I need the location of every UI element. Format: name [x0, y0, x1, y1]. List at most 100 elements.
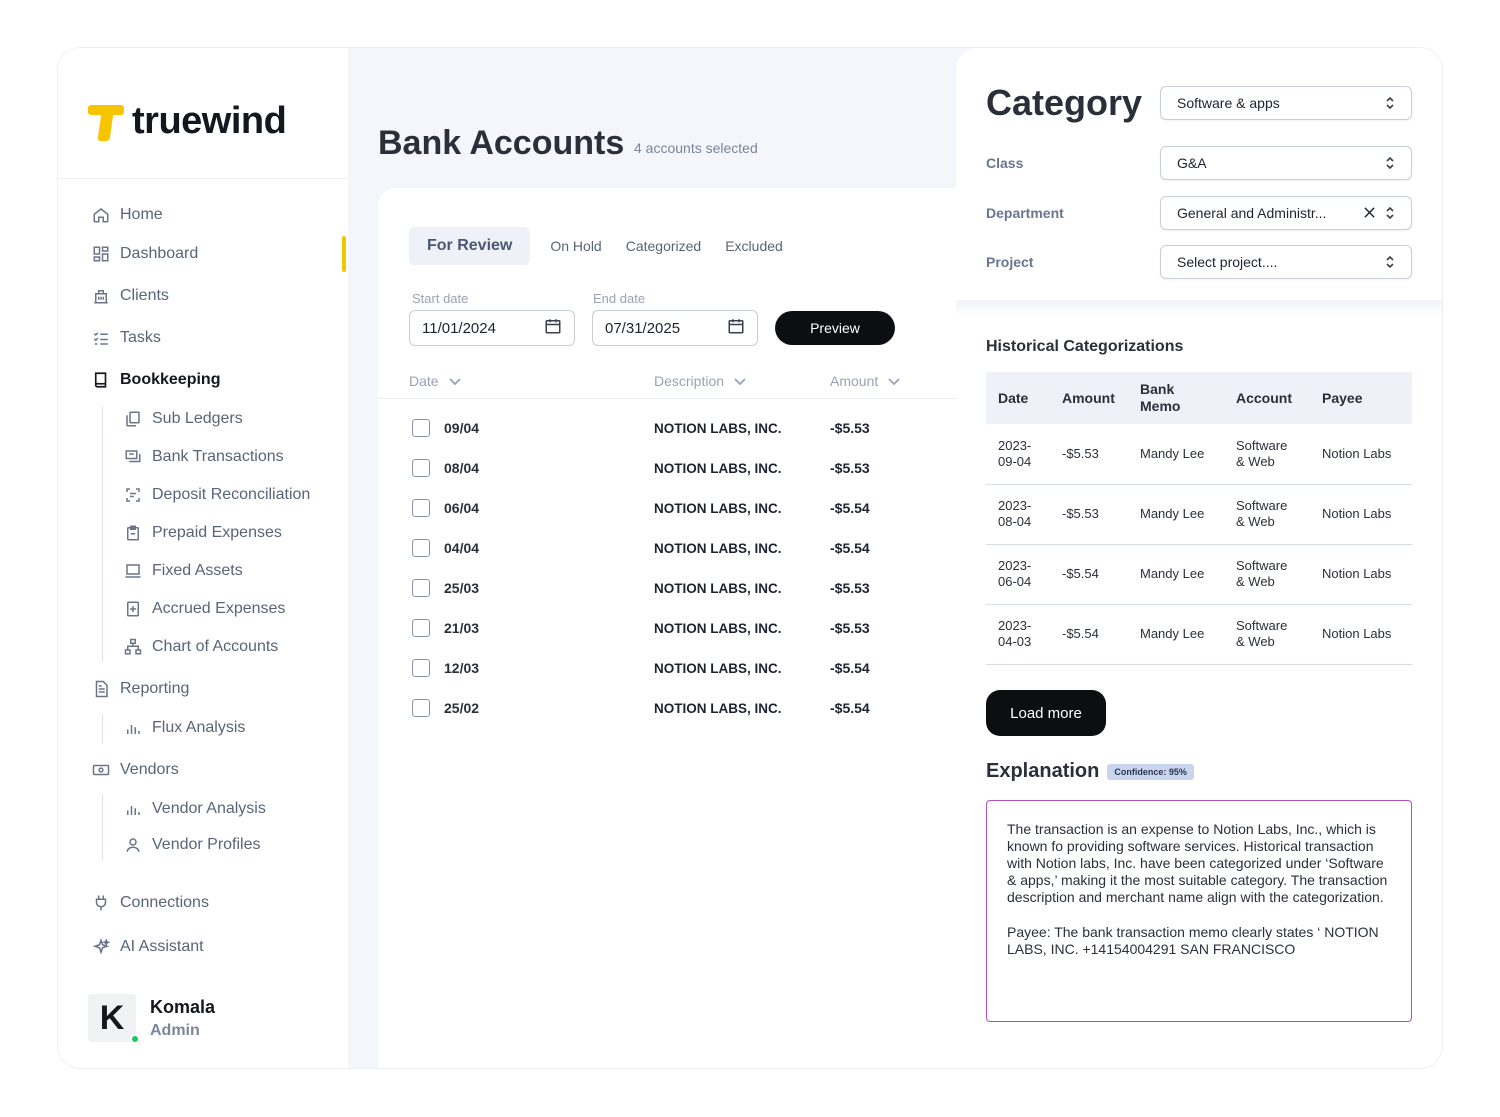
sidebar-item-label: AI Assistant — [120, 938, 204, 955]
row-checkbox[interactable] — [412, 419, 430, 437]
sidebar-item-deposit-reconciliation[interactable]: Deposit Reconciliation — [124, 486, 310, 504]
cell-payee: Notion Labs — [1310, 424, 1412, 485]
start-date-input[interactable]: 11/01/2024 — [409, 310, 575, 346]
explanation-payee-paragraph: Payee: The bank transaction memo clearly… — [1007, 924, 1379, 958]
table-row[interactable]: 06/04 NOTION LABS, INC. -$5.54 — [412, 498, 972, 518]
plug-icon — [92, 894, 110, 912]
row-checkbox[interactable] — [412, 579, 430, 597]
cell-amount: -$5.54 — [1050, 544, 1128, 605]
sidebar-item-fixed-assets[interactable]: Fixed Assets — [124, 562, 243, 580]
class-label: Class — [986, 155, 1024, 171]
sidebar-item-chart-of-accounts[interactable]: Chart of Accounts — [124, 638, 278, 656]
table-row[interactable]: 12/03 NOTION LABS, INC. -$5.54 — [412, 658, 972, 678]
sidebar-item-accrued-expenses[interactable]: Accrued Expenses — [124, 600, 285, 618]
app-window: truewind Home Dashboard Clients Tasks Bo… — [58, 48, 1442, 1068]
table-row[interactable]: 25/03 NOTION LABS, INC. -$5.53 — [412, 578, 972, 598]
class-select[interactable]: G&A — [1160, 146, 1412, 180]
row-checkbox[interactable] — [412, 539, 430, 557]
sidebar-item-label: Sub Ledgers — [152, 410, 243, 427]
clipboard-icon — [124, 524, 142, 542]
sidebar-item-label: Deposit Reconciliation — [152, 486, 311, 503]
end-date-value: 07/31/2025 — [605, 319, 681, 337]
cell-account: Software & Web — [1224, 544, 1310, 605]
table-row[interactable]: 25/02 NOTION LABS, INC. -$5.54 — [412, 698, 972, 718]
preview-button[interactable]: Preview — [775, 311, 895, 345]
cell-account: Software & Web — [1224, 484, 1310, 545]
tab-excluded[interactable]: Excluded — [725, 238, 783, 254]
category-select[interactable]: Software & apps — [1160, 86, 1412, 120]
sidebar-item-bookkeeping[interactable]: Bookkeeping — [92, 371, 220, 389]
tab-for-review[interactable]: For Review — [409, 227, 531, 265]
accounts-selected-count: 4 accounts selected — [634, 140, 758, 156]
sidebar-item-clients[interactable]: Clients — [92, 287, 169, 305]
sidebar-item-tasks[interactable]: Tasks — [92, 329, 161, 347]
calendar-icon[interactable] — [544, 317, 562, 339]
sidebar-item-flux-analysis[interactable]: Flux Analysis — [124, 719, 245, 737]
tab-on-hold[interactable]: On Hold — [550, 238, 601, 254]
sidebar-item-label: Reporting — [120, 680, 190, 697]
transactions-panel: For Review On Hold Categorized Excluded … — [378, 188, 998, 1068]
column-header-account: Account — [1224, 372, 1310, 424]
clear-icon[interactable] — [1364, 205, 1375, 221]
row-description: NOTION LABS, INC. — [654, 660, 782, 676]
row-date: 09/04 — [444, 420, 480, 436]
cell-amount: -$5.53 — [1050, 424, 1128, 485]
cell-date: 2023-06-04 — [986, 544, 1050, 605]
sidebar-item-label: Tasks — [120, 329, 161, 346]
load-more-button[interactable]: Load more — [986, 690, 1106, 736]
column-header-date[interactable]: Date — [409, 373, 461, 389]
row-description: NOTION LABS, INC. — [654, 420, 782, 436]
row-checkbox[interactable] — [412, 699, 430, 717]
row-amount: -$5.53 — [830, 620, 870, 636]
table-row[interactable]: 2023-04-03 -$5.54 Mandy Lee Software & W… — [986, 604, 1412, 665]
table-row[interactable]: 08/04 NOTION LABS, INC. -$5.53 — [412, 458, 972, 478]
calendar-icon[interactable] — [727, 317, 745, 339]
table-row[interactable]: 2023-06-04 -$5.54 Mandy Lee Software & W… — [986, 544, 1412, 605]
sidebar-item-dashboard[interactable]: Dashboard — [92, 245, 198, 263]
chevron-updown-icon — [1385, 96, 1395, 110]
status-tabs: For Review On Hold Categorized Excluded — [409, 227, 807, 265]
sidebar-item-label: Home — [120, 206, 163, 223]
avatar: K — [88, 994, 140, 1044]
sidebar-item-connections[interactable]: Connections — [92, 894, 209, 912]
table-row[interactable]: 2023-08-04 -$5.53 Mandy Lee Software & W… — [986, 484, 1412, 545]
cell-payee: Notion Labs — [1310, 604, 1412, 665]
scan-icon — [124, 486, 142, 504]
plus-box-icon — [124, 600, 142, 618]
row-checkbox[interactable] — [412, 659, 430, 677]
project-select[interactable]: Select project.... — [1160, 245, 1412, 279]
sidebar-item-vendors[interactable]: Vendors — [92, 761, 179, 779]
explanation-text-box[interactable]: The transaction is an expense to Notion … — [986, 800, 1412, 1022]
sidebar-item-vendor-profiles[interactable]: Vendor Profiles — [124, 836, 261, 854]
column-header-description[interactable]: Description — [654, 373, 746, 389]
column-header-amount[interactable]: Amount — [830, 373, 900, 389]
list-divider — [378, 398, 998, 399]
sidebar-item-vendor-analysis[interactable]: Vendor Analysis — [124, 800, 266, 818]
explanation-title: Explanation — [986, 760, 1100, 782]
logo[interactable]: truewind — [88, 100, 287, 143]
sidebar-item-ai-assistant[interactable]: AI Assistant — [92, 938, 204, 956]
sidebar-item-bank-transactions[interactable]: Bank Transactions — [124, 448, 284, 466]
user-profile[interactable]: K Komala Admin — [88, 994, 215, 1044]
tab-categorized[interactable]: Categorized — [626, 238, 702, 254]
table-row[interactable]: 2023-09-04 -$5.53 Mandy Lee Software & W… — [986, 424, 1412, 485]
chevron-down-icon — [448, 373, 461, 389]
sidebar-item-prepaid-expenses[interactable]: Prepaid Expenses — [124, 524, 282, 542]
cell-date: 2023-04-03 — [986, 604, 1050, 665]
sidebar-item-reporting[interactable]: Reporting — [92, 680, 189, 698]
department-select[interactable]: General and Administr... — [1160, 196, 1412, 230]
sidebar-item-home[interactable]: Home — [92, 206, 163, 224]
table-row[interactable]: 09/04 NOTION LABS, INC. -$5.53 — [412, 418, 972, 438]
row-checkbox[interactable] — [412, 499, 430, 517]
table-row[interactable]: 21/03 NOTION LABS, INC. -$5.53 — [412, 618, 972, 638]
end-date-input[interactable]: 07/31/2025 — [592, 310, 758, 346]
row-date: 04/04 — [444, 540, 480, 556]
cell-date: 2023-09-04 — [986, 424, 1050, 485]
table-header-row: Date Amount Bank Memo Account Payee — [986, 372, 1412, 424]
table-row[interactable]: 04/04 NOTION LABS, INC. -$5.54 — [412, 538, 972, 558]
sidebar-item-sub-ledgers[interactable]: Sub Ledgers — [124, 410, 243, 428]
cell-date: 2023-08-04 — [986, 484, 1050, 545]
row-checkbox[interactable] — [412, 619, 430, 637]
row-checkbox[interactable] — [412, 459, 430, 477]
bookkeeping-sub-line — [102, 406, 103, 662]
